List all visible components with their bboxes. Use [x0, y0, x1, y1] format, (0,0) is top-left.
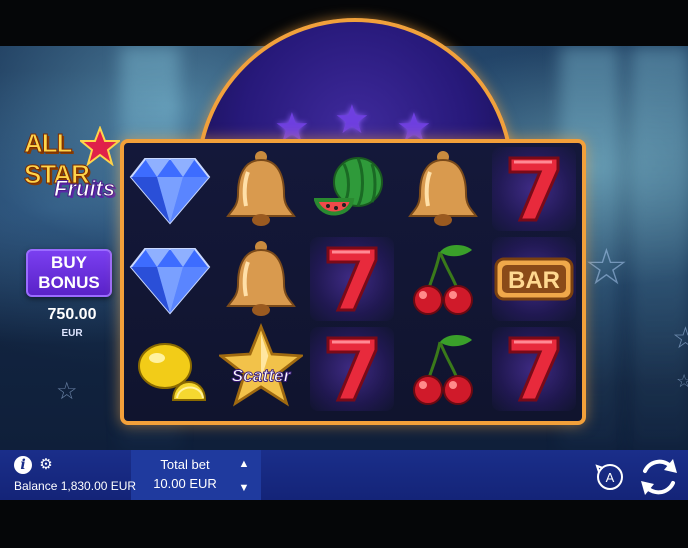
- gear-icon[interactable]: ⚙: [37, 456, 55, 474]
- reel-cell: [219, 237, 303, 321]
- reel-grid: BAR Scatter: [120, 139, 586, 425]
- reel-cell: [401, 327, 485, 411]
- reel-cell: [492, 147, 576, 231]
- reel-cell: Scatter: [219, 322, 303, 407]
- background-star-icon: ☆: [672, 322, 688, 355]
- watermelon-icon: [314, 157, 383, 216]
- seven-icon: [508, 156, 560, 222]
- info-icon[interactable]: i: [14, 456, 32, 474]
- game-screen: ☆ ☆ ☆ ☆ ★ ★ ★ ALL STAR Fruits BUY BONUS …: [0, 0, 688, 548]
- seven-icon: [508, 336, 560, 402]
- bar-icon: BAR: [494, 257, 574, 301]
- total-bet-value: 10.00 EUR: [153, 476, 217, 491]
- buy-bonus-price: 750.00: [47, 306, 97, 323]
- bell-icon: [226, 241, 296, 316]
- spin-button[interactable]: [637, 455, 681, 499]
- seven-icon: [326, 336, 378, 402]
- bar-label: BAR: [508, 267, 560, 294]
- reel-cell: [401, 237, 485, 321]
- reel-cell: [219, 147, 303, 231]
- bell-icon: [226, 151, 296, 226]
- logo-star-icon: [80, 126, 120, 166]
- autoplay-label: A: [606, 470, 615, 485]
- buy-bonus-label-line1: BUY: [51, 253, 87, 272]
- bell-icon: [408, 151, 478, 226]
- balance-text: Balance 1,830.00 EUR: [14, 479, 137, 493]
- cherries-icon: [413, 245, 473, 315]
- scatter-star-icon: Scatter: [219, 322, 303, 407]
- reel-cell: BAR: [492, 237, 576, 321]
- diamond-icon: [129, 158, 211, 225]
- scatter-label: Scatter: [232, 365, 292, 385]
- reel-cell: [401, 147, 485, 231]
- total-bet-label: Total bet: [160, 457, 210, 472]
- reel-cell: [310, 327, 394, 411]
- seven-icon: [326, 246, 378, 312]
- bet-increase-button[interactable]: ▲: [236, 456, 252, 472]
- reel-cell: [128, 237, 212, 321]
- background-star-icon: ☆: [56, 378, 78, 405]
- buy-bonus-label-line2: BONUS: [38, 273, 100, 292]
- reel-cell: [492, 327, 576, 411]
- bet-decrease-button[interactable]: ▼: [236, 480, 252, 496]
- reel-cell: [310, 147, 394, 231]
- game-logo: ALL STAR Fruits: [20, 124, 132, 210]
- reel-cell: [310, 237, 394, 321]
- arch-star-icon: ★: [334, 98, 370, 142]
- reel-cell: [128, 147, 212, 231]
- cherries-icon: [413, 335, 473, 405]
- logo-subtitle: Fruits: [53, 176, 116, 202]
- buy-bonus-button[interactable]: BUY BONUS: [26, 249, 112, 297]
- background-star-icon: ☆: [584, 239, 629, 295]
- lemon-icon: [138, 343, 207, 401]
- background-star-icon: ☆: [676, 371, 688, 391]
- reel-cell: [128, 327, 212, 411]
- diamond-icon: [129, 248, 211, 315]
- autoplay-button[interactable]: A: [595, 462, 625, 492]
- buy-bonus-currency: EUR: [61, 328, 83, 339]
